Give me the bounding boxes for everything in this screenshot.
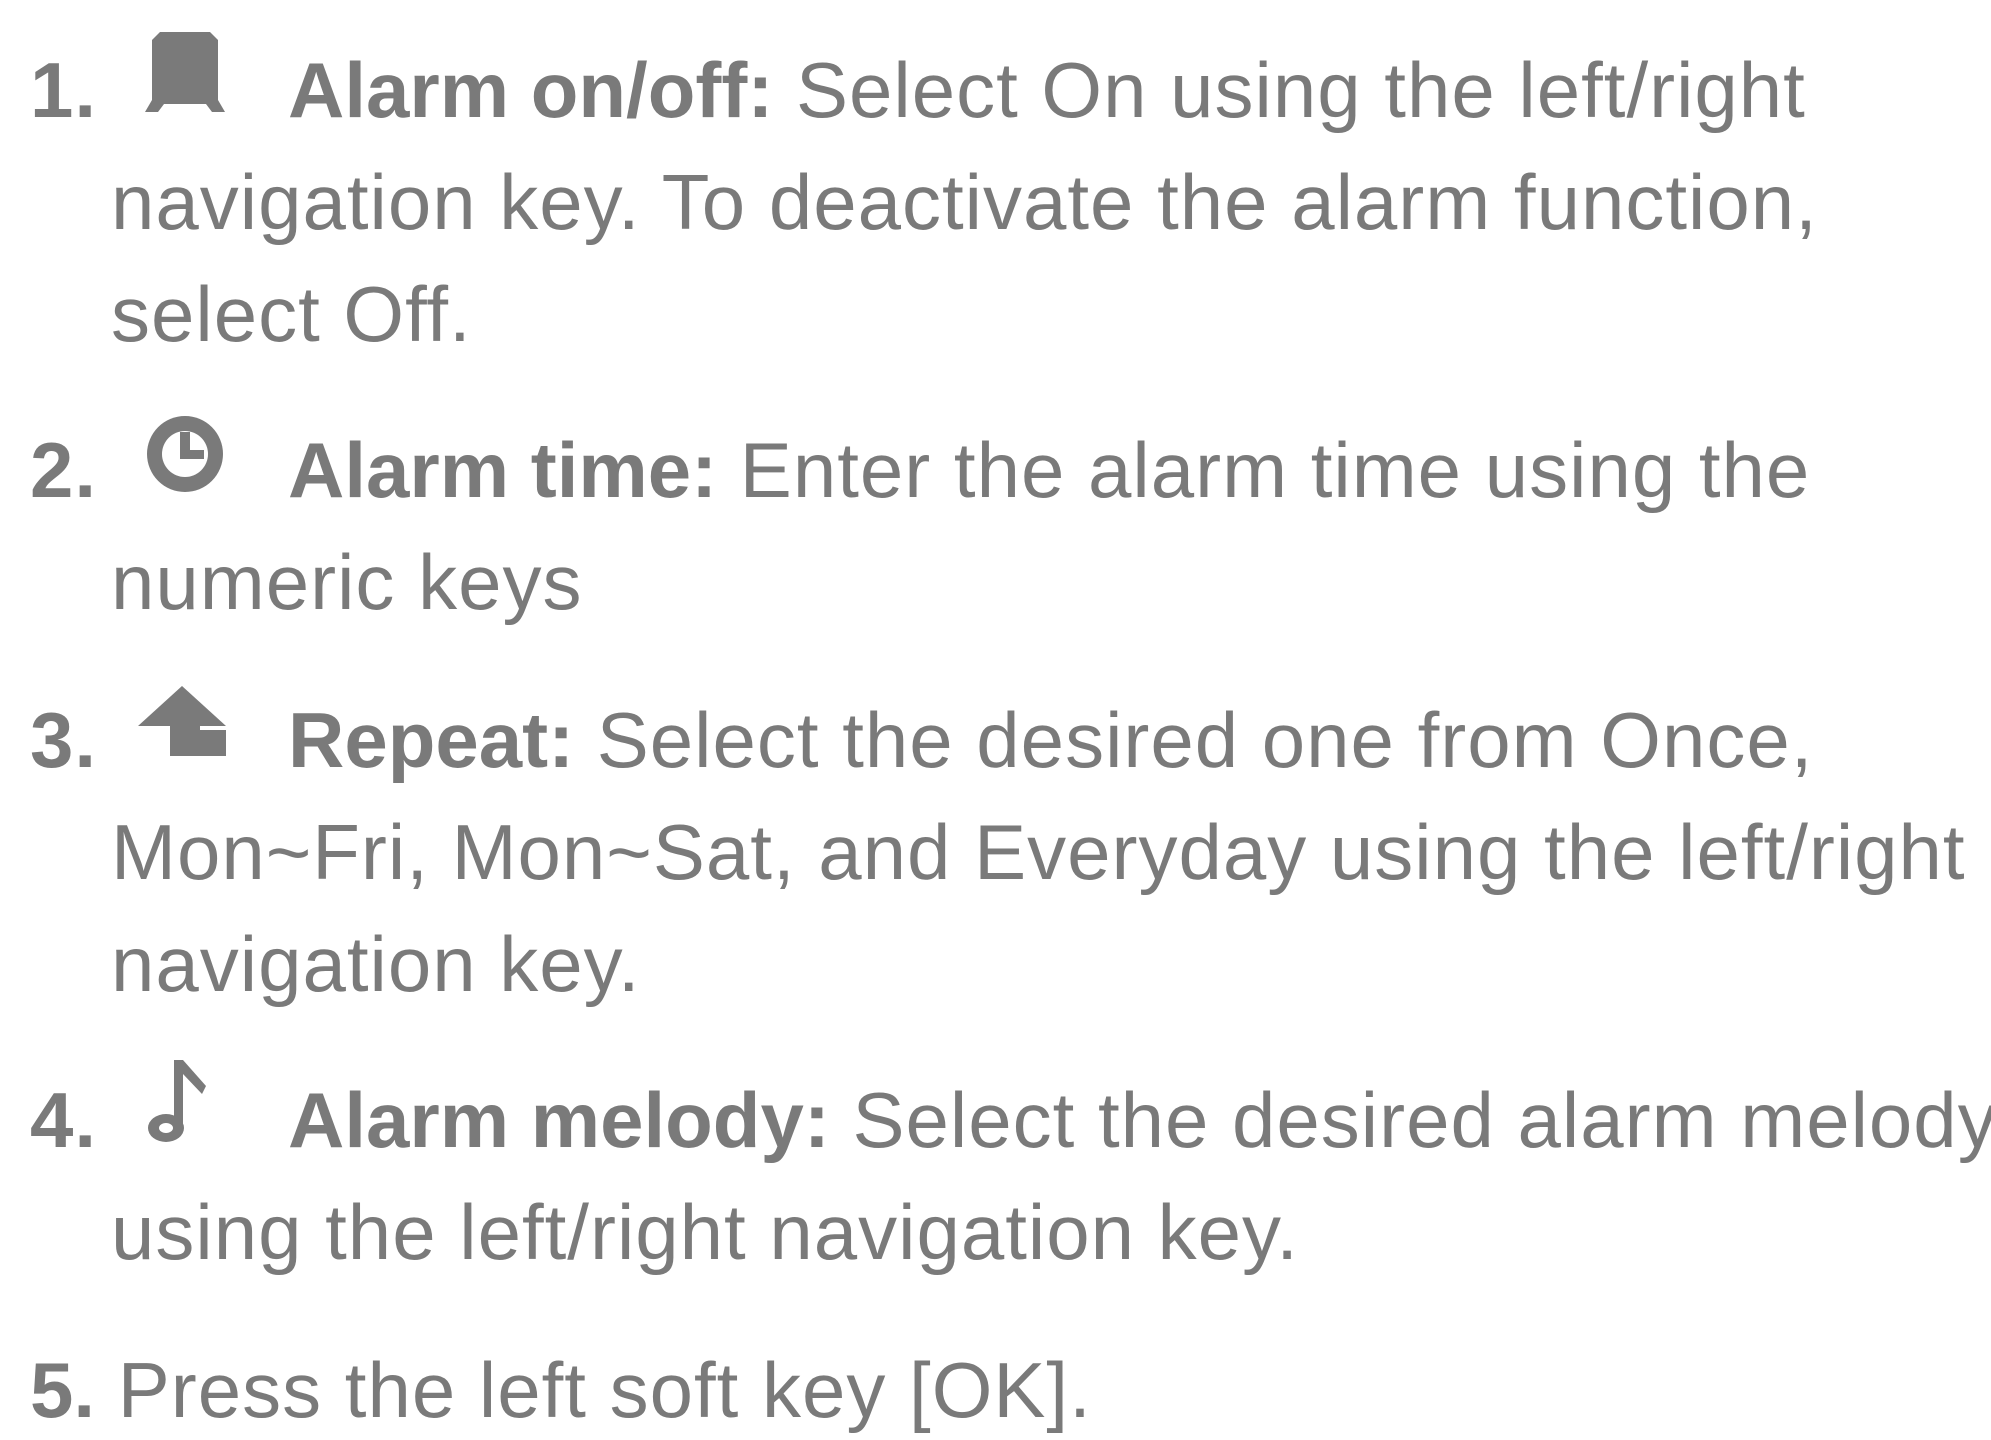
step-text: Select the desired one from Once,: [574, 696, 1814, 784]
step-1-line-2: navigation key. To deactivate the alarm …: [111, 158, 1818, 246]
step-3-line-3: navigation key.: [111, 920, 641, 1008]
step-text: Enter the alarm time using the: [717, 426, 1811, 514]
clock-icon: [130, 402, 240, 512]
step-4-line-2: using the left/right navigation key.: [111, 1188, 1299, 1276]
step-term: Alarm time:: [288, 426, 718, 514]
alarm-onoff-icon: [130, 20, 240, 130]
step-text: Press the left soft key [OK].: [95, 1346, 1092, 1434]
step-term: Alarm on/off:: [288, 46, 774, 134]
step-number: 4.: [30, 1076, 98, 1164]
step-text: Select the desired alarm melody: [829, 1076, 1991, 1164]
step-5-line-1: 5. Press the left soft key [OK].: [30, 1340, 1092, 1440]
step-text: Select On using the left/right: [773, 46, 1806, 134]
music-note-icon: [130, 1048, 240, 1158]
step-2-line-1: Alarm time: Enter the alarm time using t…: [288, 420, 1810, 520]
step-term: Repeat:: [288, 696, 575, 784]
step-3-line-2: Mon~Fri, Mon~Sat, and Everyday using the…: [111, 808, 1966, 896]
alarm-settings-instructions: 1. Alarm on/off: Select On using the lef…: [0, 0, 1991, 1434]
step-number: 1.: [30, 46, 98, 134]
step-1-line-3: select Off.: [111, 270, 472, 358]
step-number: 5.: [30, 1346, 96, 1434]
step-3-line-1: Repeat: Select the desired one from Once…: [288, 690, 1813, 790]
step-4-line-1: Alarm melody: Select the desired alarm m…: [288, 1070, 1991, 1170]
step-number: 2.: [30, 426, 98, 514]
step-term: Alarm melody:: [288, 1076, 830, 1164]
step-1-line-1: Alarm on/off: Select On using the left/r…: [288, 40, 1806, 140]
step-2-line-2: numeric keys: [111, 538, 583, 626]
repeat-arrow-icon: [130, 672, 240, 782]
step-number: 3.: [30, 696, 98, 784]
